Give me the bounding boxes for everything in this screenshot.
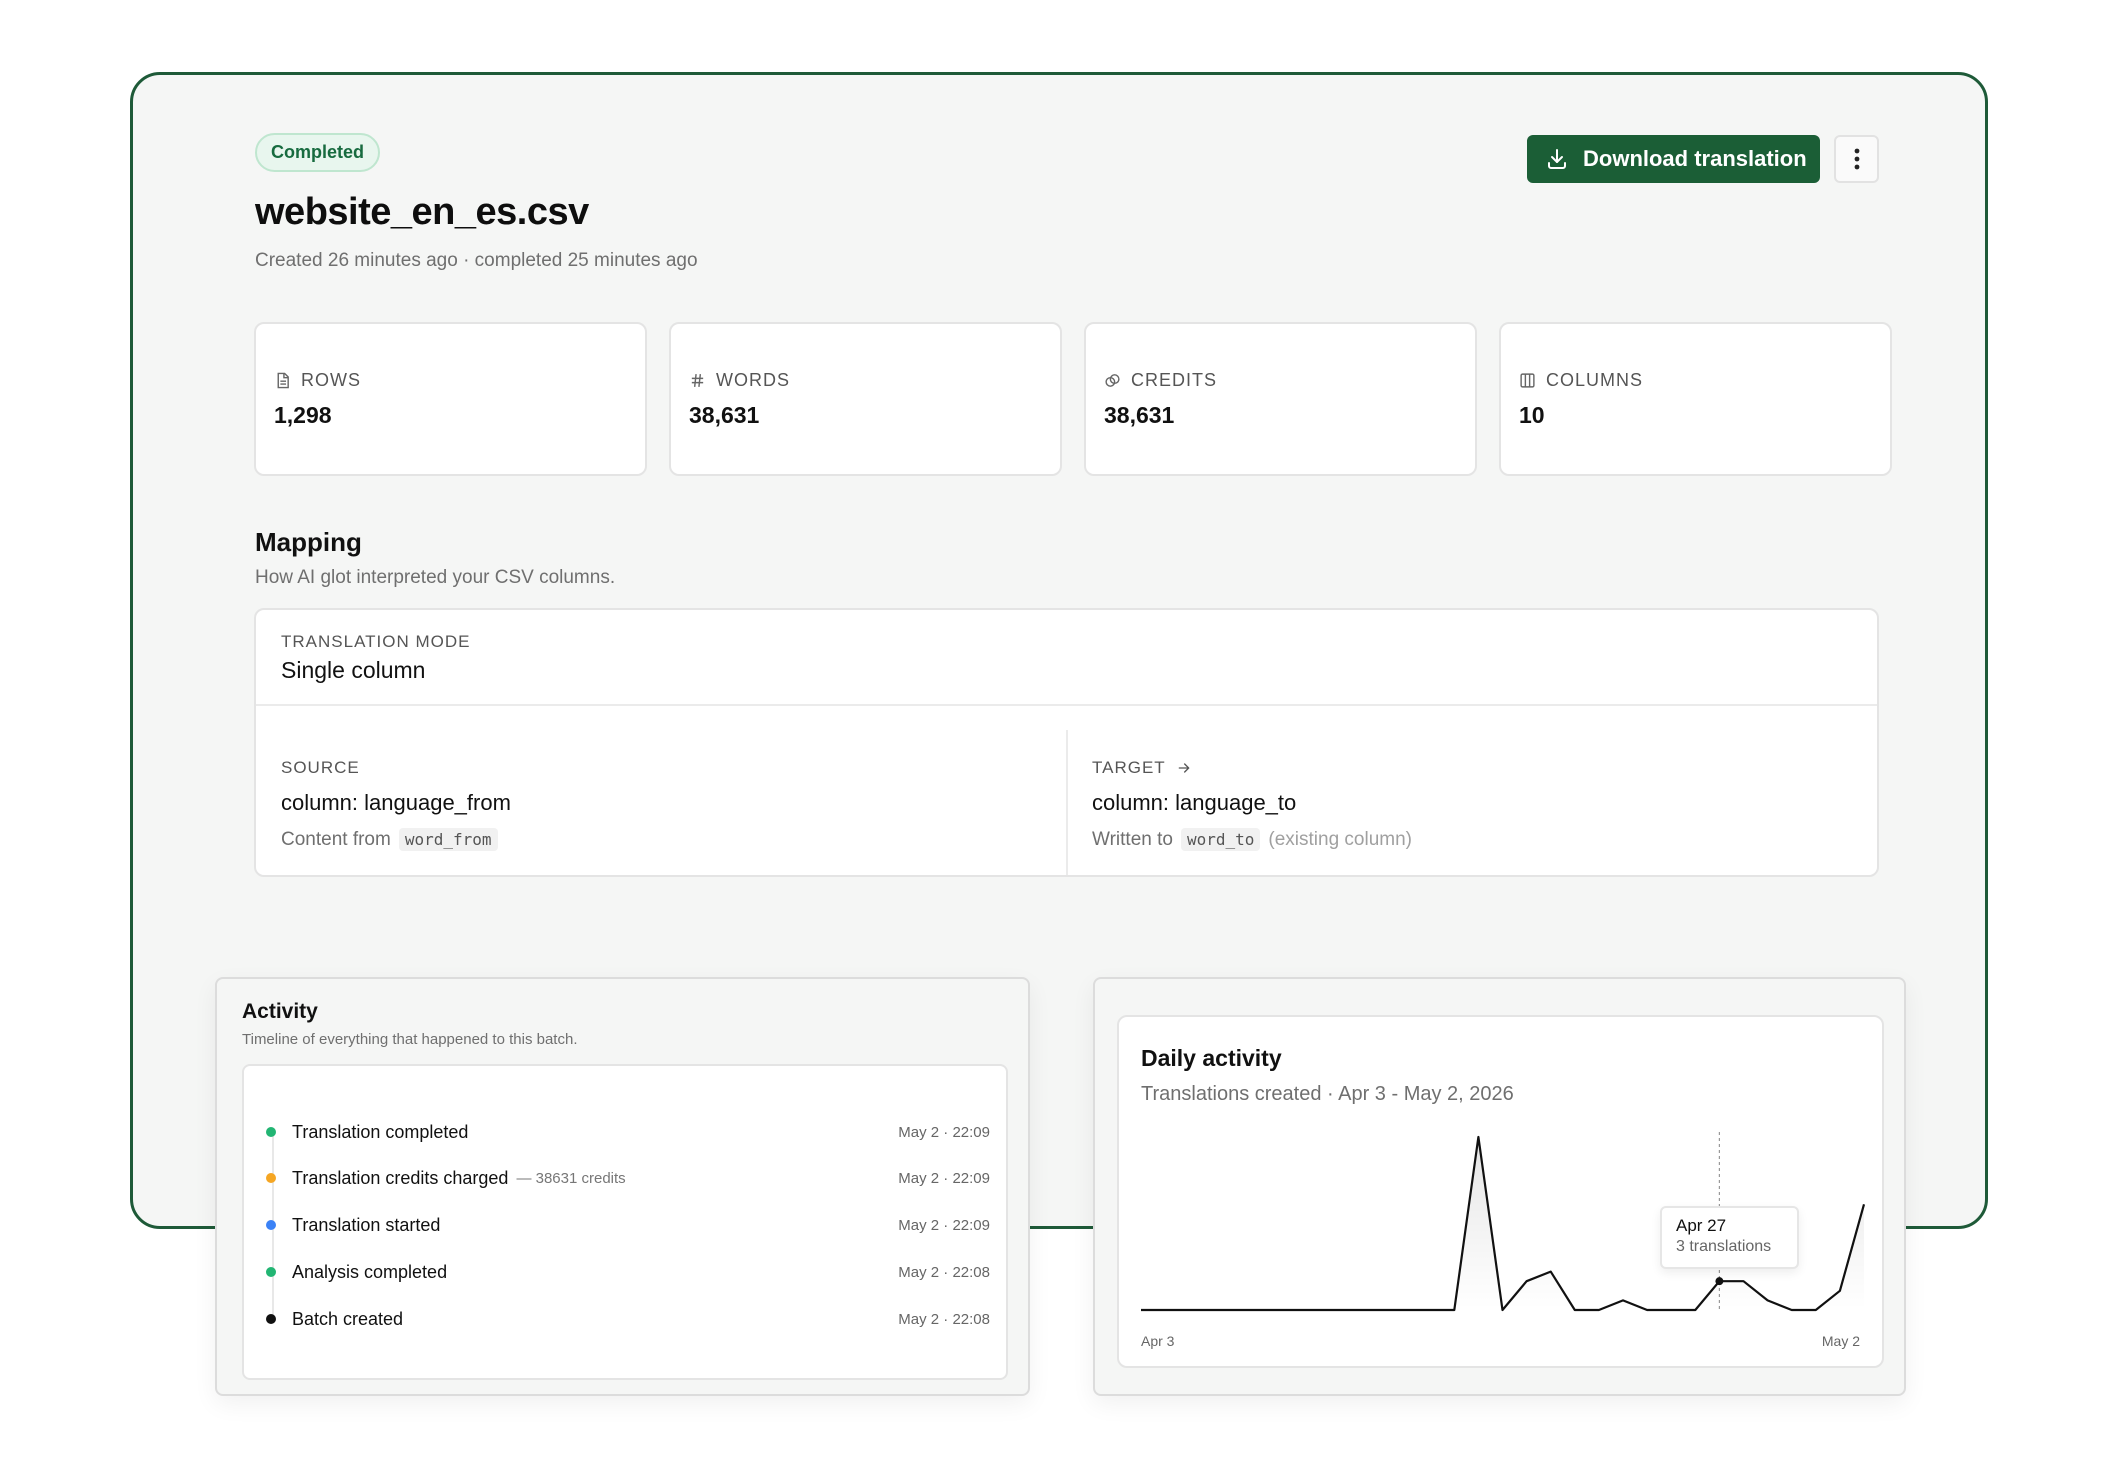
translation-mode-value: Single column bbox=[281, 657, 426, 683]
stat-value: 38,631 bbox=[689, 402, 760, 428]
stat-label: ROWS bbox=[301, 370, 361, 390]
timeline-event: Translation completed May 2 · 22:09 bbox=[266, 1120, 990, 1144]
daily-activity-card: Daily activity Translations created · Ap… bbox=[1093, 977, 1906, 1396]
download-translation-button[interactable]: Download translation bbox=[1527, 135, 1820, 183]
status-dot bbox=[266, 1220, 276, 1230]
event-label: Batch created bbox=[292, 1308, 404, 1329]
file-icon bbox=[277, 372, 289, 389]
status-dot bbox=[266, 1127, 276, 1137]
batch-meta: Created 26 minutes ago · completed 25 mi… bbox=[255, 250, 698, 271]
event-label: Analysis completed bbox=[292, 1261, 448, 1282]
source-note: Content from word_from bbox=[281, 828, 498, 851]
stat-label: COLUMNS bbox=[1546, 370, 1644, 390]
target-value: column: language_to bbox=[1092, 790, 1297, 815]
more-vertical-icon bbox=[1854, 148, 1859, 170]
mapping-subtitle: How AI glot interpreted your CSV columns… bbox=[255, 567, 616, 588]
columns-icon bbox=[1520, 373, 1535, 388]
target-label: TARGET bbox=[1092, 758, 1166, 777]
stat-card-columns: COLUMNS 10 bbox=[1499, 322, 1892, 476]
source-value: column: language_from bbox=[281, 790, 511, 815]
timeline-event: Analysis completed May 2 · 22:08 bbox=[266, 1260, 990, 1284]
event-label: Translation started bbox=[292, 1214, 441, 1235]
event-detail: — 38631 credits bbox=[516, 1169, 626, 1187]
status-badge: Completed bbox=[255, 133, 381, 172]
mapping-panel: TRANSLATION MODE Single column SOURCE co… bbox=[254, 608, 1879, 877]
source-label: SOURCE bbox=[281, 758, 360, 777]
activity-title: Activity bbox=[242, 1000, 318, 1023]
tooltip-date: Apr 27 bbox=[1676, 1216, 1727, 1235]
stat-value: 38,631 bbox=[1104, 402, 1175, 428]
hash-icon bbox=[691, 374, 704, 387]
timeline-event: Batch created May 2 · 22:08 bbox=[266, 1307, 990, 1331]
target-note-prefix: Written to bbox=[1092, 828, 1173, 850]
translation-mode-section: TRANSLATION MODE Single column bbox=[256, 610, 1877, 706]
download-button-label: Download translation bbox=[1583, 146, 1807, 171]
status-dot bbox=[266, 1314, 276, 1324]
target-label-row: TARGET bbox=[1092, 758, 1192, 778]
stat-label: CREDITS bbox=[1131, 370, 1218, 390]
status-dot bbox=[266, 1173, 276, 1183]
x-tick-label-start: Apr 3 bbox=[1141, 1333, 1175, 1349]
chart-tooltip: Apr 27 3 translations bbox=[1660, 1206, 1799, 1269]
daily-activity-chart: Daily activity Translations created · Ap… bbox=[1117, 1015, 1884, 1368]
translation-mode-label: TRANSLATION MODE bbox=[281, 632, 471, 651]
status-dot bbox=[266, 1267, 276, 1277]
stat-value: 10 bbox=[1519, 402, 1545, 428]
hover-point bbox=[1715, 1277, 1724, 1286]
event-time: May 2 · 22:08 bbox=[898, 1263, 990, 1281]
line-chart[interactable] bbox=[1119, 1017, 1886, 1370]
tooltip-value: 3 translations bbox=[1676, 1238, 1772, 1255]
stat-card-words: WORDS 38,631 bbox=[669, 322, 1062, 476]
stat-label: WORDS bbox=[716, 370, 790, 390]
activity-card: Activity Timeline of everything that hap… bbox=[215, 977, 1030, 1396]
coins-icon bbox=[1105, 374, 1120, 387]
event-time: May 2 · 22:09 bbox=[898, 1216, 990, 1234]
event-time: May 2 · 22:09 bbox=[898, 1123, 990, 1141]
source-note-prefix: Content from bbox=[281, 828, 391, 850]
download-icon bbox=[1548, 149, 1566, 169]
stat-value: 1,298 bbox=[274, 402, 332, 428]
page-title: website_en_es.csv bbox=[255, 191, 589, 233]
event-label: Translation credits charged bbox=[292, 1167, 509, 1188]
activity-timeline: Translation completed May 2 · 22:09 Tran… bbox=[242, 1064, 1008, 1380]
activity-subtitle: Timeline of everything that happened to … bbox=[242, 1031, 578, 1048]
timeline-event: Translation started May 2 · 22:09 bbox=[266, 1213, 990, 1237]
column-divider bbox=[1066, 730, 1068, 875]
target-field-code: word_to bbox=[1180, 828, 1261, 851]
arrow-right-icon bbox=[1178, 763, 1190, 773]
target-note-suffix: (existing column) bbox=[1268, 828, 1413, 850]
stat-card-credits: CREDITS 38,631 bbox=[1084, 322, 1477, 476]
event-label: Translation completed bbox=[292, 1121, 469, 1142]
mapping-title: Mapping bbox=[255, 527, 362, 557]
source-field-code: word_from bbox=[398, 828, 498, 851]
timeline-event: Translation credits charged — 38631 cred… bbox=[266, 1166, 990, 1190]
event-time: May 2 · 22:09 bbox=[898, 1169, 990, 1187]
stat-card-rows: ROWS 1,298 bbox=[254, 322, 647, 476]
x-tick-label-end: May 2 bbox=[1821, 1333, 1860, 1349]
target-note: Written to word_to (existing column) bbox=[1092, 828, 1412, 851]
more-options-button[interactable] bbox=[1834, 135, 1879, 183]
event-time: May 2 · 22:08 bbox=[898, 1310, 990, 1328]
